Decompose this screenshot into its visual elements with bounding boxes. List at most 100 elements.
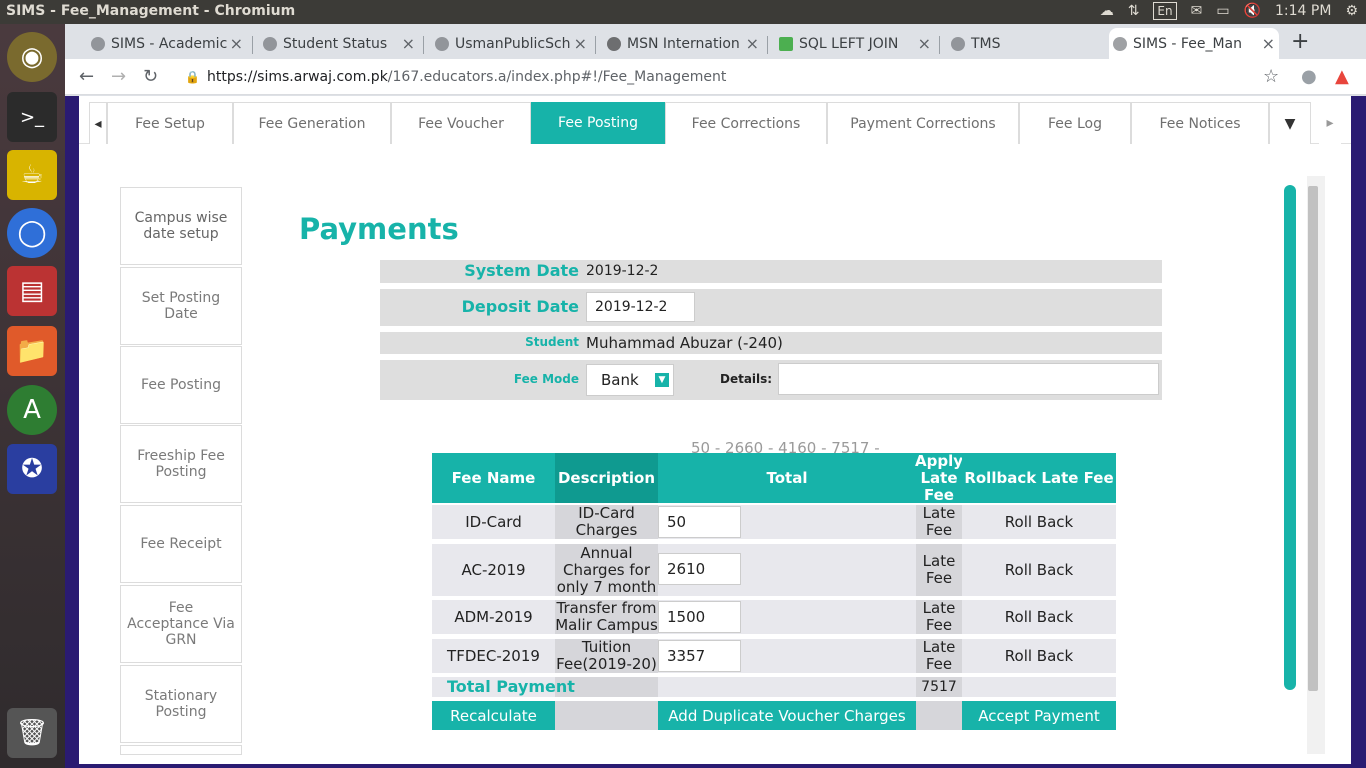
browser-tab[interactable]: SIMS - Academic × <box>87 28 247 59</box>
cell-fee-name: TFDEC-2019 <box>432 639 555 673</box>
ubuntu-dash-icon[interactable]: ◉ <box>7 32 57 82</box>
rollback-button[interactable]: Roll Back <box>962 600 1116 634</box>
trash-icon[interactable]: 🗑 <box>7 708 57 758</box>
web-page: ◂ Fee Setup Fee Generation Fee Voucher F… <box>65 96 1366 768</box>
clock[interactable]: 1:14 PM <box>1275 3 1331 19</box>
file-manager-icon[interactable]: 📁 <box>7 326 57 376</box>
late-fee-button[interactable]: Late Fee <box>916 600 962 634</box>
indicator-area: ☁ ⇅ En ✉ ▭ 🔇 1:14 PM ⚙ <box>1100 2 1358 20</box>
tab-fee-generation[interactable]: Fee Generation <box>233 102 391 144</box>
tab-label: UsmanPublicSch <box>455 35 571 52</box>
close-icon[interactable]: × <box>230 34 243 53</box>
inner-scrollbar[interactable] <box>1284 185 1296 690</box>
fee-mode-select[interactable]: Bank ▼ <box>586 364 674 396</box>
page-title: Payments <box>299 212 459 246</box>
lock-icon: 🔒 <box>185 70 200 84</box>
dolphin-app-icon[interactable]: ✪ <box>7 444 57 494</box>
close-icon[interactable]: × <box>918 34 931 53</box>
tab-scroll-left[interactable]: ◂ <box>89 102 107 144</box>
keyboard-layout[interactable]: En <box>1153 2 1177 20</box>
browser-tab[interactable]: UsmanPublicSch × <box>431 28 591 59</box>
menu-item-fee-acceptance-grn[interactable]: Fee Acceptance Via GRN <box>120 585 242 663</box>
globe-icon <box>1113 37 1127 51</box>
settings-gear-icon[interactable]: ⚙ <box>1345 3 1358 19</box>
action-spacer <box>916 701 962 730</box>
rollback-button[interactable]: Roll Back <box>962 639 1116 673</box>
deposit-date-input[interactable]: 2019-12-2 <box>586 292 695 322</box>
chromium-icon[interactable]: ◯ <box>7 208 57 258</box>
total-input[interactable]: 50 <box>658 506 741 538</box>
network-transfer-icon[interactable]: ⇅ <box>1128 3 1140 19</box>
fee-tab-bar: ◂ Fee Setup Fee Generation Fee Voucher F… <box>79 102 1351 144</box>
close-icon[interactable]: × <box>402 34 415 53</box>
mail-icon[interactable]: ✉ <box>1191 3 1203 19</box>
cell-description: Annual Charges for only 7 month <box>555 543 658 596</box>
menu-item-freeship-fee-posting[interactable]: Freeship Fee Posting <box>120 425 242 503</box>
system-date-row: System Date 2019-12-2 <box>380 260 1162 283</box>
browser-window: SIMS - Academic × Student Status × Usman… <box>65 24 1366 768</box>
account-avatar-icon[interactable]: ● <box>1301 66 1317 87</box>
menu-item-more[interactable] <box>120 745 242 755</box>
launcher: ◉ >_ ☕ ◯ ▤ 📁 A ✪ 🗑 <box>0 24 65 768</box>
total-input[interactable]: 2610 <box>658 553 741 585</box>
tab-scroll-right[interactable]: ▸ <box>1319 102 1341 144</box>
details-input[interactable] <box>778 363 1159 395</box>
browser-tab[interactable]: TMS <box>947 28 1107 59</box>
menu-item-set-posting-date[interactable]: Set Posting Date <box>120 267 242 345</box>
update-alert-icon[interactable]: ▲ <box>1335 66 1349 87</box>
close-icon[interactable]: × <box>1262 34 1275 53</box>
teapot-app-icon[interactable]: ☕ <box>7 150 57 200</box>
tab-payment-corrections[interactable]: Payment Corrections <box>827 102 1019 144</box>
browser-tab[interactable]: Student Status × <box>259 28 419 59</box>
menu-item-fee-receipt[interactable]: Fee Receipt <box>120 505 242 583</box>
battery-icon[interactable]: ▭ <box>1216 3 1229 19</box>
url-path: /167.educators.a/index.php#!/Fee_Managem… <box>387 69 727 85</box>
tab-separator <box>767 36 768 54</box>
page-scrollbar-thumb[interactable] <box>1308 186 1318 691</box>
add-duplicate-voucher-button[interactable]: Add Duplicate Voucher Charges <box>658 701 916 730</box>
browser-tab-active[interactable]: SIMS - Fee_Man × <box>1109 28 1279 59</box>
student-row: Student Muhammad Abuzar (-240) <box>380 332 1162 354</box>
total-input[interactable]: 3357 <box>658 640 741 672</box>
tab-separator <box>595 36 596 54</box>
recalculate-button[interactable]: Recalculate <box>432 701 555 730</box>
late-fee-button[interactable]: Late Fee <box>916 505 962 539</box>
menu-item-fee-posting[interactable]: Fee Posting <box>120 346 242 424</box>
tab-strip: SIMS - Academic × Student Status × Usman… <box>65 24 1366 59</box>
file-cabinet-icon[interactable]: ▤ <box>7 266 57 316</box>
tab-fee-voucher[interactable]: Fee Voucher <box>391 102 531 144</box>
skype-icon[interactable]: ☁ <box>1100 3 1114 19</box>
menu-item-stationary-posting[interactable]: Stationary Posting <box>120 665 242 743</box>
tab-dropdown-caret-icon[interactable]: ▼ <box>1269 102 1311 144</box>
action-spacer <box>555 701 658 730</box>
browser-tab[interactable]: MSN Internation × <box>603 28 763 59</box>
browser-tab[interactable]: SQL LEFT JOIN × <box>775 28 935 59</box>
software-updater-icon[interactable]: A <box>7 385 57 435</box>
details-label: Details: <box>720 372 773 386</box>
rollback-button[interactable]: Roll Back <box>962 505 1116 539</box>
late-fee-button[interactable]: Late Fee <box>916 544 962 596</box>
accept-payment-button[interactable]: Accept Payment <box>962 701 1116 730</box>
late-fee-button[interactable]: Late Fee <box>916 639 962 673</box>
address-bar[interactable]: 🔒 https://sims.arwaj.com.pk/167.educator… <box>175 63 1295 91</box>
tab-fee-log[interactable]: Fee Log <box>1019 102 1131 144</box>
rollback-button[interactable]: Roll Back <box>962 544 1116 596</box>
forward-arrow-icon[interactable]: → <box>111 66 126 87</box>
cell-fee-name: ID-Card <box>432 505 555 539</box>
back-arrow-icon[interactable]: ← <box>79 66 94 87</box>
tab-fee-posting[interactable]: Fee Posting <box>531 102 665 144</box>
tab-fee-corrections[interactable]: Fee Corrections <box>665 102 827 144</box>
close-icon[interactable]: × <box>574 34 587 53</box>
tab-fee-setup[interactable]: Fee Setup <box>107 102 233 144</box>
total-input[interactable]: 1500 <box>658 601 741 633</box>
total-payment-label: Total Payment <box>447 677 575 696</box>
terminal-icon[interactable]: >_ <box>7 92 57 142</box>
reload-icon[interactable]: ↻ <box>143 66 158 87</box>
header-total: Total <box>658 453 916 503</box>
bookmark-star-icon[interactable]: ☆ <box>1263 66 1279 87</box>
volume-muted-icon[interactable]: 🔇 <box>1244 3 1261 19</box>
tab-fee-notices[interactable]: Fee Notices <box>1131 102 1269 144</box>
close-icon[interactable]: × <box>746 34 759 53</box>
menu-item-campus-date-setup[interactable]: Campus wise date setup <box>120 187 242 265</box>
new-tab-button[interactable]: + <box>1291 29 1309 54</box>
